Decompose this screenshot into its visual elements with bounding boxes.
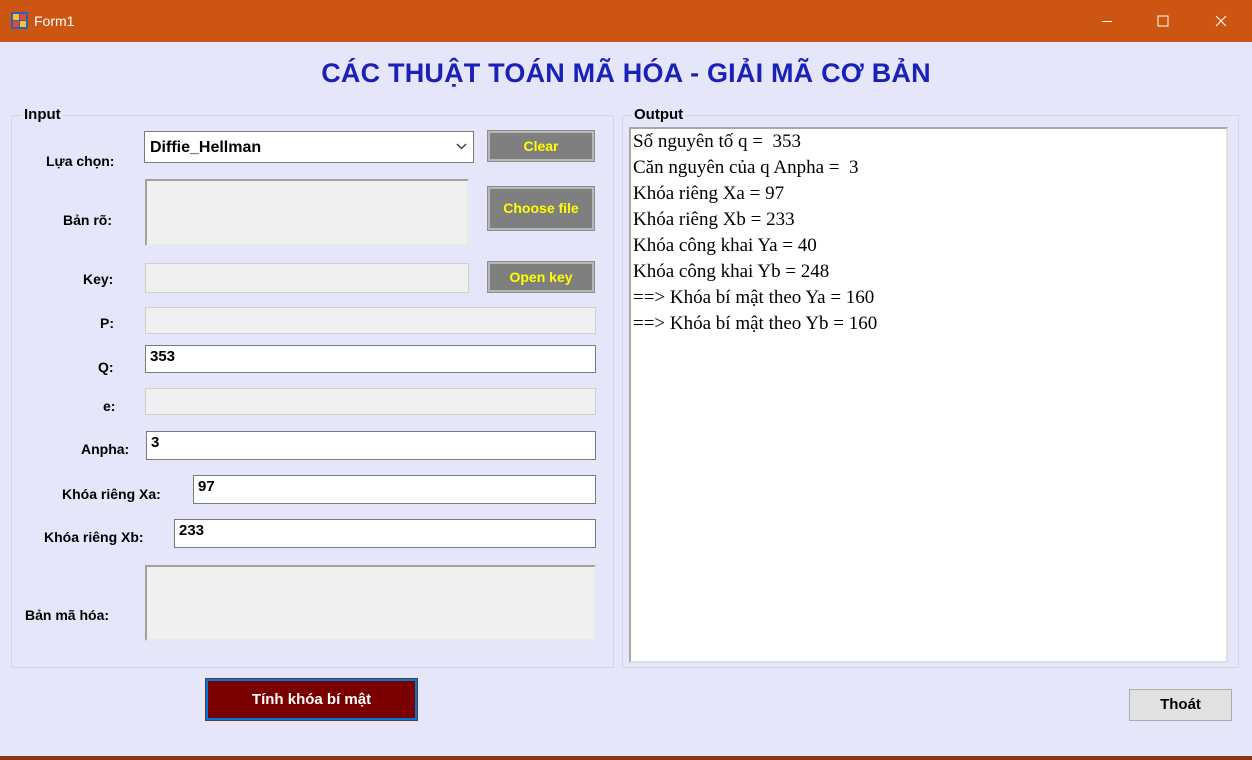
algorithm-label: Lựa chọn: bbox=[46, 153, 115, 169]
output-line: Căn nguyên của q Anpha = 3 bbox=[633, 157, 859, 178]
clear-button[interactable]: Clear bbox=[487, 130, 595, 162]
maximize-button[interactable] bbox=[1140, 0, 1186, 42]
ciphertext-textarea[interactable] bbox=[145, 565, 596, 641]
e-label: e: bbox=[103, 398, 116, 414]
output-line: ==> Khóa bí mật theo Yb = 160 bbox=[633, 313, 878, 334]
output-line: Khóa công khai Yb = 248 bbox=[633, 261, 830, 282]
input-group-label: Input bbox=[22, 106, 63, 123]
output-line: Khóa riêng Xa = 97 bbox=[633, 183, 785, 204]
page-title: CÁC THUẬT TOÁN MÃ HÓA - GIẢI MÃ CƠ BẢN bbox=[321, 58, 931, 88]
window-bottom-border bbox=[0, 756, 1252, 760]
exit-button[interactable]: Thoát bbox=[1129, 689, 1232, 721]
algorithm-selected-value: Diffie_Hellman bbox=[150, 139, 262, 156]
minimize-button[interactable] bbox=[1084, 0, 1130, 42]
output-textarea[interactable]: Số nguyên tố q = 353 Căn nguyên của q An… bbox=[629, 127, 1228, 663]
close-icon bbox=[1215, 15, 1227, 27]
output-line: ==> Khóa bí mật theo Ya = 160 bbox=[633, 287, 875, 308]
open-key-button[interactable]: Open key bbox=[487, 261, 595, 293]
algorithm-select[interactable]: Diffie_Hellman bbox=[144, 131, 474, 163]
alpha-label: Anpha: bbox=[81, 441, 130, 457]
xb-label: Khóa riêng Xb: bbox=[44, 529, 144, 545]
compute-secret-key-button[interactable]: Tính khóa bí mật bbox=[205, 678, 418, 721]
output-line: Khóa riêng Xb = 233 bbox=[633, 209, 795, 230]
q-field[interactable]: 353 bbox=[145, 345, 596, 373]
title-bar: Form1 bbox=[0, 0, 1252, 42]
output-group-label: Output bbox=[632, 106, 686, 123]
window-title: Form1 bbox=[34, 13, 75, 29]
chevron-down-icon bbox=[456, 143, 467, 150]
minimize-icon bbox=[1102, 21, 1112, 22]
plaintext-label: Bản rõ: bbox=[63, 212, 112, 228]
e-field[interactable] bbox=[145, 388, 596, 415]
p-field[interactable] bbox=[145, 307, 596, 334]
q-label: Q: bbox=[98, 359, 114, 375]
xa-label: Khóa riêng Xa: bbox=[62, 486, 161, 502]
xb-field[interactable]: 233 bbox=[174, 519, 596, 548]
maximize-icon bbox=[1157, 15, 1169, 27]
plaintext-textarea[interactable] bbox=[145, 179, 469, 246]
ciphertext-label: Bản mã hóa: bbox=[25, 607, 110, 623]
close-button[interactable] bbox=[1198, 0, 1244, 42]
key-field[interactable] bbox=[145, 263, 469, 293]
key-label: Key: bbox=[83, 271, 114, 287]
app-icon bbox=[11, 12, 28, 29]
output-line: Khóa công khai Ya = 40 bbox=[633, 235, 817, 256]
alpha-field[interactable]: 3 bbox=[146, 431, 596, 460]
xa-field[interactable]: 97 bbox=[193, 475, 596, 504]
choose-file-button[interactable]: Choose file bbox=[487, 186, 595, 231]
p-label: P: bbox=[100, 315, 114, 331]
output-line: Số nguyên tố q = 353 bbox=[633, 131, 801, 152]
